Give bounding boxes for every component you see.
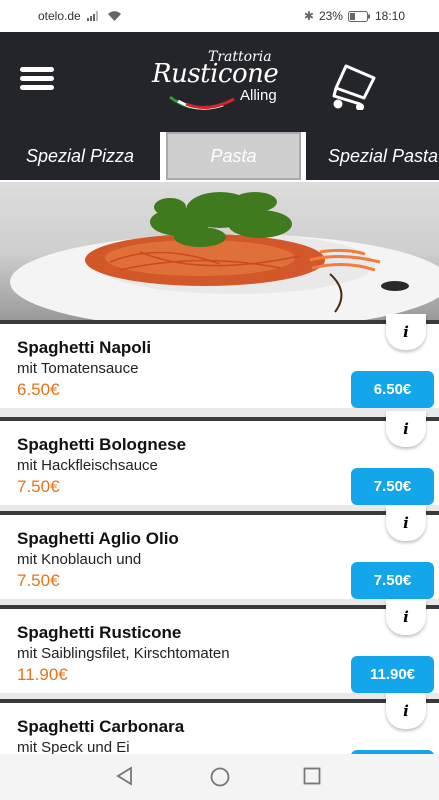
add-to-cart-button[interactable]: 11.90€ bbox=[351, 656, 434, 693]
menu-item-card: Spaghetti Napoli mit Tomatensauce 6.50€ … bbox=[0, 314, 439, 408]
info-icon[interactable]: i bbox=[386, 599, 426, 635]
item-price: 11.90€ bbox=[17, 665, 68, 684]
menu-item-card: Spaghetti Bolognese mit Hackfleischsauce… bbox=[0, 411, 439, 505]
logo-line3: Alling bbox=[240, 87, 277, 104]
item-description: mit Saiblingsfilet, Kirschtomaten bbox=[17, 645, 230, 662]
menu-item-card: Spaghetti Aglio Olio mit Knoblauch und 7… bbox=[0, 505, 439, 599]
wifi-icon bbox=[107, 10, 121, 21]
menu-item-card: Spaghetti Rusticone mit Saiblingsfilet, … bbox=[0, 599, 439, 693]
item-price: 7.50€ bbox=[17, 571, 60, 590]
battery-icon bbox=[347, 10, 370, 22]
tab-spezial-pizza[interactable]: Spezial Pizza bbox=[0, 132, 160, 180]
info-icon[interactable]: i bbox=[386, 693, 426, 729]
item-price: 6.50€ bbox=[17, 380, 60, 399]
info-icon[interactable]: i bbox=[386, 411, 426, 447]
back-triangle-icon[interactable] bbox=[115, 766, 135, 786]
item-name: Spaghetti Rusticone bbox=[17, 623, 182, 642]
add-to-cart-button[interactable]: 7.50€ bbox=[351, 562, 434, 599]
category-tabs: Spezial Pizza Pasta Spezial Pasta bbox=[0, 132, 439, 182]
item-description: mit Hackfleischsauce bbox=[17, 457, 158, 474]
status-bar: otelo.de ✱ 23% 18:10 bbox=[0, 0, 439, 32]
info-icon[interactable]: i bbox=[386, 314, 426, 350]
logo-swoosh bbox=[169, 95, 235, 110]
info-icon[interactable]: i bbox=[386, 505, 426, 541]
item-name: Spaghetti Aglio Olio bbox=[17, 529, 179, 548]
battery-percent: 23% bbox=[318, 9, 343, 23]
system-navigation-bar bbox=[0, 754, 439, 800]
category-hero-image bbox=[0, 182, 439, 320]
bluetooth-icon: ✱ bbox=[303, 9, 314, 23]
home-circle-icon[interactable] bbox=[209, 766, 231, 788]
add-to-cart-button[interactable]: 6.50€ bbox=[351, 371, 434, 408]
item-name: Spaghetti Napoli bbox=[17, 338, 152, 357]
tab-spezial-pasta[interactable]: Spezial Pasta bbox=[306, 132, 439, 180]
app-header: Trattoria Rusticone Alling bbox=[0, 32, 439, 132]
item-name: Spaghetti Bolognese bbox=[17, 435, 187, 454]
hamburger-menu-icon[interactable] bbox=[20, 67, 60, 97]
signal-icon bbox=[86, 11, 98, 21]
item-description: mit Knoblauch und bbox=[17, 551, 142, 568]
item-price: 7.50€ bbox=[17, 477, 60, 496]
pasta-plate-image bbox=[10, 192, 439, 320]
add-to-cart-button[interactable]: 7.50€ bbox=[351, 468, 434, 505]
item-name: Spaghetti Carbonara bbox=[17, 717, 185, 736]
clock: 18:10 bbox=[374, 9, 405, 23]
carrier-label: otelo.de bbox=[38, 9, 81, 23]
cart-icon[interactable] bbox=[330, 62, 380, 110]
logo-line2: Rusticone bbox=[152, 59, 279, 89]
restaurant-logo: Trattoria Rusticone Alling bbox=[150, 47, 290, 117]
tab-pasta[interactable]: Pasta bbox=[166, 132, 301, 180]
recents-square-icon[interactable] bbox=[302, 766, 322, 786]
item-description: mit Tomatensauce bbox=[17, 360, 139, 377]
